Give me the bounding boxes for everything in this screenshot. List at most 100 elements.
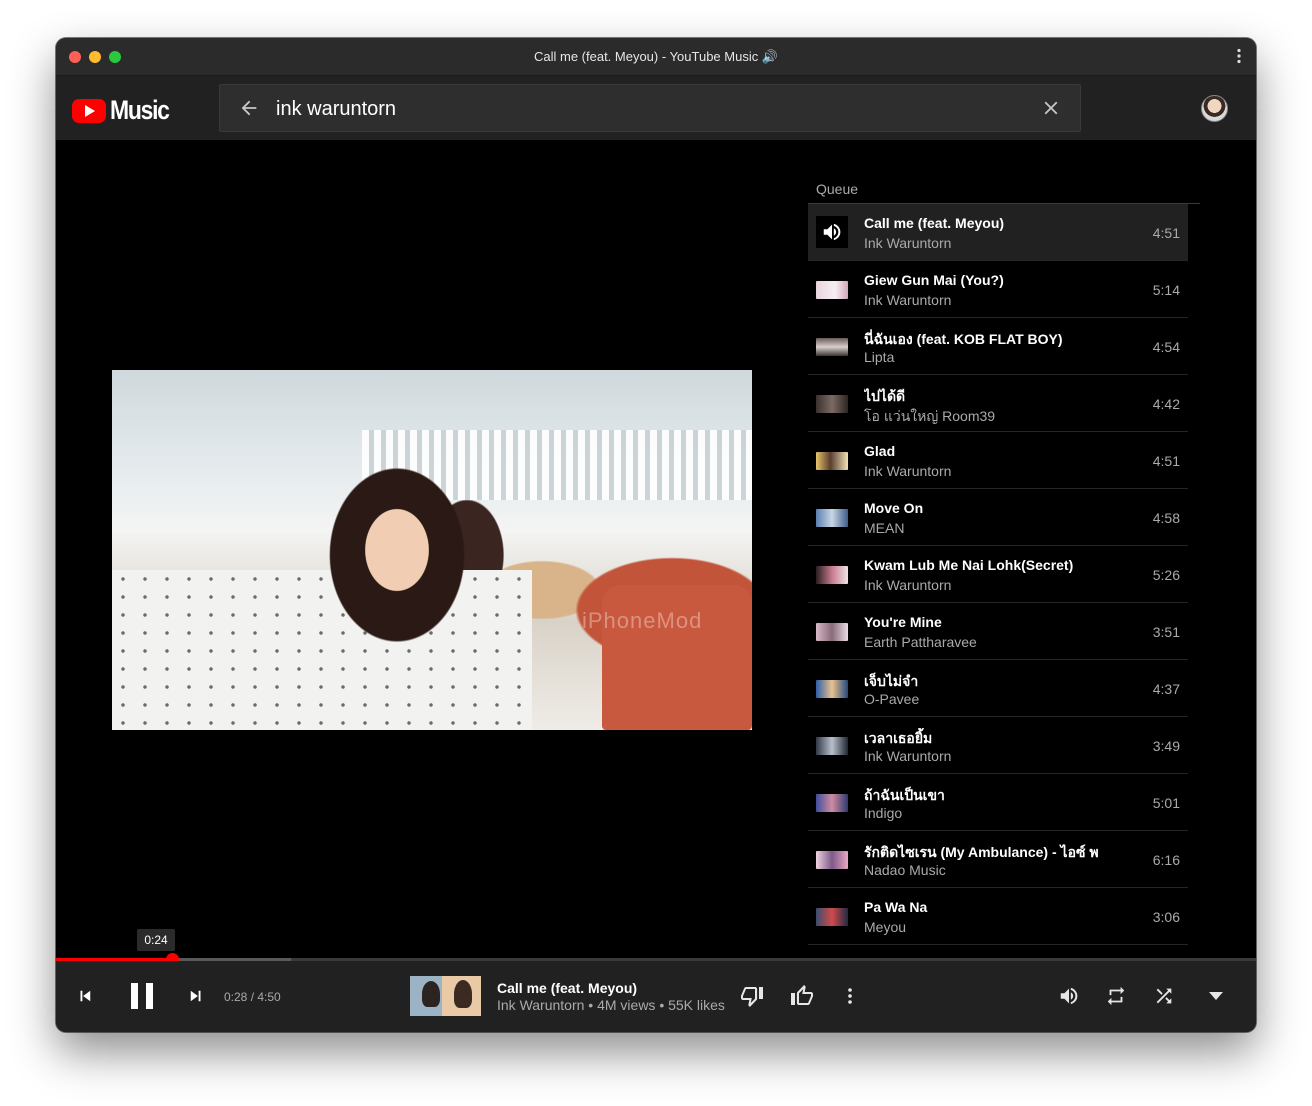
thumb-down-icon (741, 987, 763, 1007)
player-bar: 0:28 / 4:50 Call me (feat. Meyou) Ink Wa… (56, 961, 1256, 1032)
queue-item-duration: 4:37 (1152, 681, 1180, 697)
queue-thumbnail (816, 509, 848, 527)
search-back-button[interactable] (238, 97, 260, 119)
queue-item[interactable]: เจ็บไม่จำ O-Pavee 4:37 (808, 660, 1188, 717)
title-bar: Call me (feat. Meyou) - YouTube Music 🔊 (56, 38, 1256, 76)
next-button[interactable] (185, 985, 207, 1007)
more-vert-icon (1237, 48, 1241, 64)
youtube-music-logo[interactable]: Music (72, 95, 179, 126)
search-box (219, 84, 1081, 132)
arrow-left-icon (241, 100, 257, 116)
queue-item-duration: 4:54 (1152, 339, 1180, 355)
now-playing-thumbnail[interactable] (410, 976, 481, 1016)
playback-time: 0:28 / 4:50 (224, 990, 281, 1004)
queue-item[interactable]: Move On MEAN 4:58 (808, 489, 1188, 546)
queue-item-title: Call me (feat. Meyou) (864, 215, 1005, 231)
play-pause-button[interactable] (124, 978, 160, 1014)
queue-item-title: Kwam Lub Me Nai Lohk(Secret) (864, 557, 1074, 573)
queue-item-duration: 4:58 (1152, 510, 1180, 526)
queue-thumbnail (816, 566, 848, 584)
queue-item-title: เจ็บไม่จำ (864, 673, 919, 689)
queue-item-title: Glad (864, 443, 896, 459)
queue-item-duration: 3:06 (1152, 909, 1180, 925)
thumb-up-icon (791, 985, 813, 1005)
queue-item[interactable]: Glad Ink Waruntorn 4:51 (808, 432, 1188, 489)
volume-icon (1060, 987, 1078, 1005)
shuffle-button[interactable] (1151, 983, 1177, 1009)
now-playing-meta[interactable]: Ink Waruntorn • 4M views • 55K likes (497, 997, 725, 1013)
queue-thumbnail (816, 908, 848, 926)
queue-item-artist: Lipta (864, 349, 895, 365)
queue-item-duration: 3:51 (1152, 624, 1180, 640)
more-vert-icon (848, 988, 852, 1004)
search-input[interactable] (276, 97, 1016, 121)
progress-hover-time: 0:24 (137, 929, 175, 951)
window-menu-button[interactable] (1236, 48, 1242, 68)
queue-item-artist: Indigo (864, 805, 903, 821)
skip-next-icon (190, 990, 201, 1002)
queue-thumbnail (816, 452, 848, 470)
queue-item-duration: 6:16 (1152, 852, 1180, 868)
queue-item-duration: 4:51 (1152, 453, 1180, 469)
queue-thumbnail (816, 338, 848, 356)
search-clear-button[interactable] (1040, 97, 1062, 119)
queue-item-title: Giew Gun Mai (You?) (864, 272, 1004, 288)
queue-item-title: ถ้าฉันเป็นเขา (864, 787, 945, 803)
more-options-button[interactable] (840, 983, 860, 1009)
queue-item-title: ไปได้ดี (864, 388, 906, 404)
queue-item-artist: Earth Pattharavee (864, 634, 977, 650)
queue-item-artist: Ink Waruntorn (864, 463, 952, 479)
queue-thumbnail (816, 216, 848, 248)
video-watermark: iPhoneMod (582, 608, 703, 633)
like-button[interactable] (789, 983, 815, 1009)
queue-item-duration: 5:14 (1152, 282, 1180, 298)
queue-item[interactable]: นี่ฉันเอง (feat. KOB FLAT BOY) Lipta 4:5… (808, 318, 1188, 375)
queue-item-title: รักติดไซเรน (My Ambulance) - ไอซ์ พ (864, 844, 1099, 860)
repeat-button[interactable] (1103, 983, 1129, 1009)
video-scene-person (327, 460, 477, 650)
app-window: Call me (feat. Meyou) - YouTube Music 🔊 … (56, 38, 1256, 1032)
queue-item-artist: โอ แว่นใหญ่ Room39 (864, 408, 996, 424)
dislike-button[interactable] (739, 983, 765, 1009)
play-logo-icon (72, 98, 106, 123)
logo-text: Music (110, 95, 170, 125)
queue-item[interactable]: Call me (feat. Meyou) Ink Waruntorn 4:51 (808, 204, 1188, 261)
queue-item-artist: Ink Waruntorn (864, 292, 952, 308)
queue-item[interactable]: You're Mine Earth Pattharavee 3:51 (808, 603, 1188, 660)
shuffle-icon (1156, 988, 1172, 1004)
queue-item-artist: O-Pavee (864, 691, 920, 707)
queue-item[interactable]: Giew Gun Mai (You?) Ink Waruntorn 5:14 (808, 261, 1188, 318)
queue-item[interactable]: รักติดไซเรน (My Ambulance) - ไอซ์ พ Nada… (808, 831, 1188, 888)
queue-item[interactable]: ไปได้ดี โอ แว่นใหญ่ Room39 4:42 (808, 375, 1188, 432)
volume-icon (823, 223, 841, 241)
queue-item[interactable]: เวลาเธอยิ้ม Ink Waruntorn 3:49 (808, 717, 1188, 774)
queue-thumbnail (816, 680, 848, 698)
window-title: Call me (feat. Meyou) - YouTube Music 🔊 (533, 49, 779, 64)
account-avatar[interactable] (1201, 95, 1228, 122)
skip-previous-icon (80, 990, 91, 1002)
video-player[interactable]: iPhoneMod (112, 370, 752, 730)
queue-item[interactable]: Pa Wa Na Meyou 3:06 (808, 888, 1188, 945)
now-playing-title[interactable]: Call me (feat. Meyou) (497, 980, 637, 996)
queue-item-artist: Ink Waruntorn (864, 748, 952, 764)
pause-icon (131, 983, 153, 1009)
previous-button[interactable] (74, 985, 96, 1007)
queue-thumbnail (816, 737, 848, 755)
queue-item-artist: Ink Waruntorn (864, 577, 952, 593)
queue-list: Call me (feat. Meyou) Ink Waruntorn 4:51… (808, 204, 1188, 959)
queue-item-duration: 3:49 (1152, 738, 1180, 754)
volume-button[interactable] (1056, 983, 1082, 1009)
queue-item-duration: 4:42 (1152, 396, 1180, 412)
queue-item-duration: 5:01 (1152, 795, 1180, 811)
expand-player-button[interactable] (1204, 983, 1228, 1009)
queue-item-title: You're Mine (864, 614, 942, 630)
queue-item[interactable]: Kwam Lub Me Nai Lohk(Secret) Ink Warunto… (808, 546, 1188, 603)
video-scene-tv (602, 585, 752, 730)
queue-item-title: Move On (864, 500, 924, 516)
queue-thumbnail (816, 851, 848, 869)
queue-item-artist: MEAN (864, 520, 905, 536)
queue-item-duration: 5:26 (1152, 567, 1180, 583)
queue-item-artist: Nadao Music (864, 862, 946, 878)
queue-thumbnail (816, 281, 848, 299)
queue-item[interactable]: ถ้าฉันเป็นเขา Indigo 5:01 (808, 774, 1188, 831)
